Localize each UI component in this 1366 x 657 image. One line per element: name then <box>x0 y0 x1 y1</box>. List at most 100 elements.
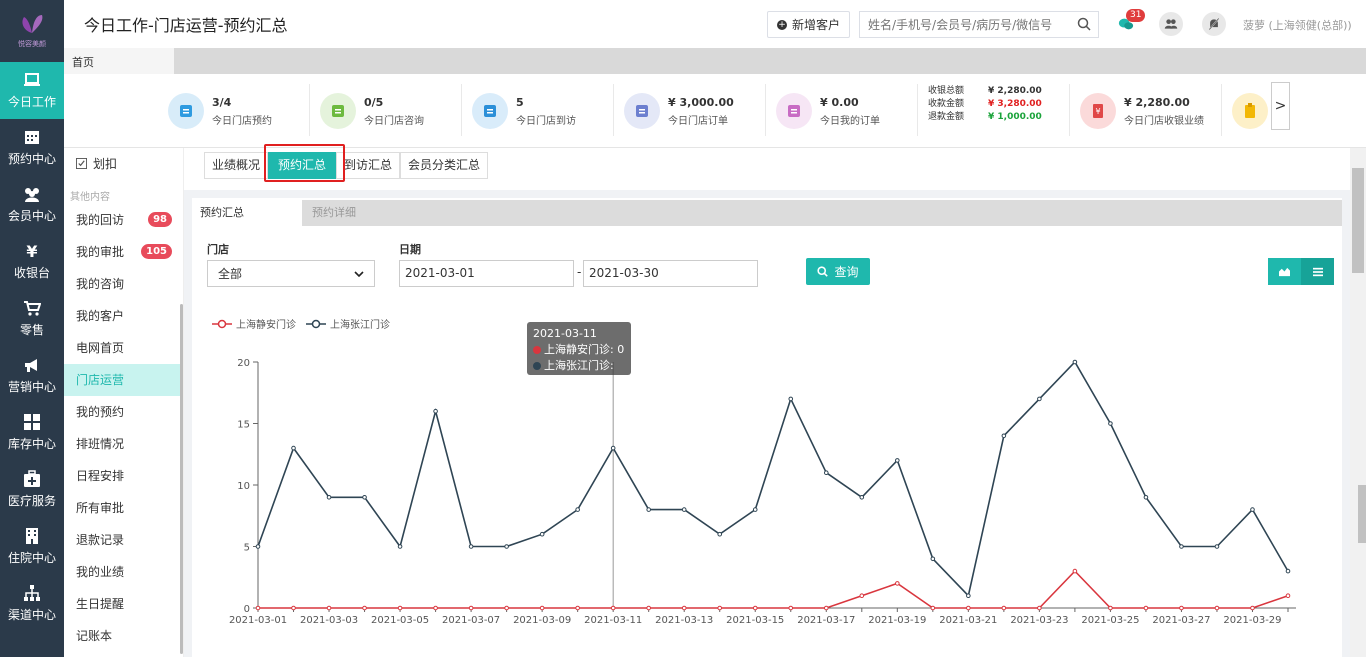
submenu-item-label: 排班情况 <box>76 437 125 451</box>
stat-item-1[interactable]: 0/5 今日门店咨询 <box>320 86 424 136</box>
new-customer-button[interactable]: + 新增客户 <box>767 11 850 38</box>
stat-value: ¥ 3,000.00 <box>668 95 734 109</box>
data-point <box>681 507 687 512</box>
submenu-item-deduct[interactable]: 划扣 <box>64 148 182 180</box>
tab-visit-summary[interactable]: 到访汇总 <box>336 152 400 179</box>
stat-item-0[interactable]: 3/4 今日门店预约 <box>168 86 272 136</box>
brand-name: 悦容美颜 <box>18 40 46 48</box>
legend-item-0[interactable]: 上海静安门诊 <box>212 316 296 331</box>
table-view-button[interactable] <box>1301 258 1334 285</box>
search-icon <box>817 266 829 277</box>
submenu-item-8[interactable]: 日程安排 <box>64 460 182 492</box>
stat-value: ¥ 0.00 <box>820 95 859 109</box>
cashier-summary-row: 收银总额 ¥ 2,280.00 <box>928 85 1042 98</box>
x-tick-label: 2021-03-09 <box>513 615 571 626</box>
submenu-item-7[interactable]: 排班情况 <box>64 428 182 460</box>
submenu-item-3[interactable]: 我的客户 <box>64 300 182 332</box>
nav-item-2[interactable]: 会员中心 <box>0 176 64 233</box>
submenu-item-12[interactable]: 生日提醒 <box>64 588 182 620</box>
mute-bell-icon[interactable] <box>1202 12 1226 36</box>
y-tick-label: 5 <box>244 543 250 554</box>
nav-item-4[interactable]: 零售 <box>0 290 64 347</box>
series-dot-icon <box>533 346 541 354</box>
data-point <box>255 544 261 549</box>
users-switch-icon[interactable] <box>1159 12 1183 36</box>
data-point <box>895 458 900 463</box>
store-select[interactable]: 全部 <box>207 260 375 287</box>
stat-item-4[interactable]: ¥ 0.00 今日我的订单 <box>776 86 880 136</box>
sub-menu: 划扣 其他内容 我的回访 98 我的审批 105 我的咨询 我的客户 电网首页 门店运营 我的预… <box>64 148 184 657</box>
search-icon[interactable] <box>1077 17 1091 31</box>
stat-partial[interactable] <box>1232 86 1276 136</box>
data-point <box>1143 605 1149 611</box>
view-toggle <box>1268 258 1334 285</box>
stat-item-3[interactable]: ¥ 3,000.00 今日门店订单 <box>624 86 734 136</box>
data-point <box>823 605 829 611</box>
x-tick-label: 2021-03-29 <box>1223 615 1281 626</box>
data-point <box>788 396 794 402</box>
page-scrollbar-handle[interactable] <box>1358 485 1366 543</box>
cashier-summary-key: 收款金额 <box>928 99 965 109</box>
legend-label: 上海静安门诊 <box>236 320 296 331</box>
data-point <box>1108 605 1113 611</box>
panel-tab-detail[interactable]: 预约详细 <box>302 200 1342 226</box>
stat-label: 今日门店收银业绩 <box>1124 115 1204 127</box>
query-button[interactable]: 查询 <box>806 258 870 285</box>
submenu-item-0[interactable]: 我的回访 98 <box>64 204 182 236</box>
megaphone-icon <box>25 359 37 372</box>
submenu-item-11[interactable]: 我的业绩 <box>64 556 182 588</box>
data-point <box>1285 568 1291 574</box>
store-select-value: 全部 <box>218 267 243 281</box>
list-icon <box>1312 267 1323 276</box>
data-point <box>468 605 474 611</box>
tab-performance[interactable]: 业绩概况 <box>204 152 268 179</box>
tab-home[interactable]: 首页 <box>64 48 174 74</box>
panel-tab-summary[interactable]: 预约汇总 <box>192 200 302 226</box>
submenu-item-6[interactable]: 我的预约 <box>64 396 182 428</box>
stat-item-2[interactable]: 5 今日门店到访 <box>472 86 576 136</box>
data-point <box>1179 544 1184 549</box>
nav-item-0[interactable]: 今日工作 <box>0 62 64 119</box>
submenu-scrollbar[interactable] <box>180 304 183 654</box>
search-input[interactable] <box>859 11 1099 38</box>
nav-item-8[interactable]: 住院中心 <box>0 518 64 575</box>
nav-item-7[interactable]: 医疗服务 <box>0 461 64 518</box>
submenu-item-4[interactable]: 电网首页 <box>64 332 182 364</box>
legend-item-1[interactable]: 上海张江门诊 <box>306 316 390 331</box>
submenu-item-13[interactable]: 记账本 <box>64 620 182 652</box>
submenu-item-10[interactable]: 退款记录 <box>64 524 182 556</box>
nav-item-label: 零售 <box>19 323 44 337</box>
data-point <box>291 445 296 451</box>
nav-item-3[interactable]: ¥ 收银台 <box>0 233 64 290</box>
date-to-input[interactable]: 2021-03-30 <box>583 260 758 287</box>
data-point <box>1179 605 1184 611</box>
stat-cashier-performance[interactable]: ¥ ¥ 2,280.00 今日门店收银业绩 <box>1080 86 1204 136</box>
nav-item-1[interactable]: 预约中心 <box>0 119 64 176</box>
submenu-item-2[interactable]: 我的咨询 <box>64 268 182 300</box>
chart-view-button[interactable] <box>1268 258 1301 285</box>
data-point <box>930 556 936 562</box>
nav-item-9[interactable]: 渠道中心 <box>0 575 64 632</box>
plus-icon: + <box>776 19 787 30</box>
logo: 悦容美颜 <box>0 0 64 62</box>
date-from-input[interactable]: 2021-03-01 <box>399 260 574 287</box>
nav-item-5[interactable]: 营销中心 <box>0 347 64 404</box>
submenu-item-label: 划扣 <box>93 157 118 171</box>
submenu-item-5[interactable]: 门店运营 <box>64 364 182 396</box>
x-tick-label: 2021-03-07 <box>442 615 500 626</box>
tab-member-category-summary[interactable]: 会员分类汇总 <box>400 152 488 179</box>
nav-item-label: 渠道中心 <box>7 608 56 622</box>
nav-item-6[interactable]: 库存中心 <box>0 404 64 461</box>
stats-bar: 3/4 今日门店预约 0/5 今日门店咨询 5 今日门店到访 ¥ 3,000.00 今日门店订… <box>64 74 1366 148</box>
stat-divider <box>765 84 766 136</box>
nav-item-label: 医疗服务 <box>7 494 56 508</box>
submenu-item-1[interactable]: 我的审批 105 <box>64 236 182 268</box>
svg-text:¥: ¥ <box>26 242 37 260</box>
submenu-item-9[interactable]: 所有审批 <box>64 492 182 524</box>
y-tick-label: 20 <box>237 358 250 369</box>
stats-next-button[interactable]: > <box>1271 82 1290 130</box>
current-user[interactable]: 菠萝 (上海领健(总部)) <box>1243 17 1352 33</box>
page-scrollbar[interactable] <box>1350 148 1366 657</box>
data-point <box>1143 495 1149 500</box>
page-scrollbar-thumb[interactable] <box>1352 168 1364 273</box>
